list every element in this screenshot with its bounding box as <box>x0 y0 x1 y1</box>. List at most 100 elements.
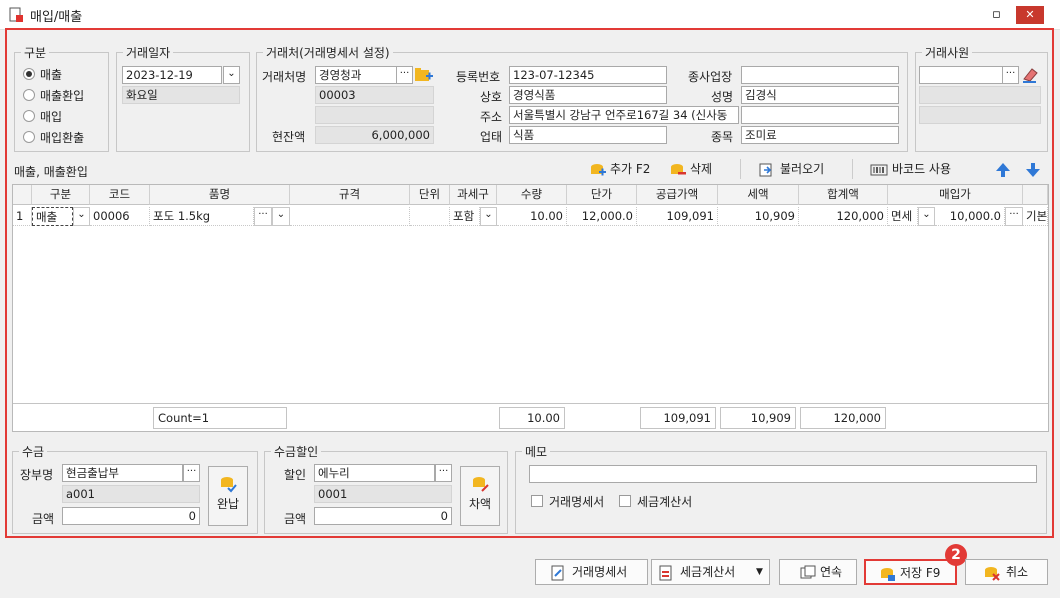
col-spec[interactable]: 규격 <box>290 185 410 205</box>
purchase-search-button[interactable]: ··· <box>1005 207 1023 226</box>
col-qty[interactable]: 수량 <box>497 185 567 205</box>
cell-vat[interactable]: 10,909 <box>718 207 799 226</box>
statement-icon <box>551 565 564 581</box>
col-code[interactable]: 코드 <box>90 185 150 205</box>
minimize-button[interactable]: ▫ <box>992 7 1001 22</box>
full-payment-button[interactable]: 완납 <box>208 466 248 526</box>
statement-checkbox-label: 거래명세서 <box>549 495 605 509</box>
eraser-icon[interactable] <box>1021 66 1041 84</box>
col-name[interactable]: 품명 <box>150 185 290 205</box>
arrow-down-icon[interactable] <box>1024 161 1042 179</box>
cell-supply[interactable]: 109,091 <box>637 207 718 226</box>
folder-add-icon[interactable] <box>414 66 434 84</box>
col-vat[interactable]: 세액 <box>718 185 799 205</box>
trade-date-legend: 거래일자 <box>126 46 171 60</box>
barcode-button[interactable]: 바코드 사용 <box>870 158 962 180</box>
item-label: 종목 <box>711 130 734 144</box>
delete-button-label: 삭제 <box>690 162 713 176</box>
date-dropdown-button[interactable]: ⌄ <box>223 66 240 84</box>
delete-button[interactable]: 삭제 <box>670 158 722 180</box>
radio-purchase-return[interactable] <box>23 131 35 143</box>
ledger-input[interactable]: 현금출납부 <box>62 464 183 482</box>
employee-input[interactable] <box>919 66 1003 84</box>
col-supply[interactable]: 공급가액 <box>637 185 718 205</box>
barcode-button-label: 바코드 사용 <box>892 162 952 176</box>
close-button[interactable]: ✕ <box>1016 6 1044 24</box>
biz-type-input[interactable]: 식품 <box>509 126 667 144</box>
type-dropdown[interactable]: ⌄ <box>73 207 90 226</box>
partner-search-button[interactable]: ··· <box>396 66 413 84</box>
title-bar: 매입/매출 ▫ ✕ <box>0 0 1060 30</box>
cell-extra[interactable]: 기본 <box>1023 207 1048 226</box>
load-button[interactable]: 불러오기 <box>758 158 838 180</box>
continuous-button[interactable]: 연속 <box>779 559 857 585</box>
col-purchase-price[interactable]: 매입가 <box>888 185 1023 205</box>
save-button[interactable]: 저장 F9 <box>864 559 957 585</box>
cell-code[interactable]: 00006 <box>90 207 150 226</box>
more-icon: ··· <box>186 466 197 477</box>
cell-tax[interactable]: 포함 <box>450 207 480 226</box>
invoice-button[interactable]: 세금계산서 ▼ <box>651 559 770 585</box>
cell-purchase-price[interactable]: 10,000.0 <box>935 207 1005 226</box>
cell-price[interactable]: 12,000.0 <box>567 207 637 226</box>
col-type[interactable]: 구분 <box>32 185 90 205</box>
save-icon <box>881 568 895 581</box>
col-unit[interactable]: 단위 <box>410 185 450 205</box>
receipt-amount-input[interactable]: 0 <box>62 507 200 525</box>
item-input[interactable]: 조미료 <box>741 126 899 144</box>
discount-code-field: 0001 <box>314 485 452 503</box>
invoice-checkbox[interactable] <box>619 495 631 507</box>
discount-search-button[interactable]: ··· <box>435 464 452 482</box>
memo-input[interactable] <box>529 465 1037 483</box>
biz-type-label: 업태 <box>480 130 503 144</box>
col-total[interactable]: 합계액 <box>799 185 888 205</box>
name-dropdown[interactable]: ⌄ <box>272 207 290 226</box>
tax-dropdown[interactable]: ⌄ <box>480 207 497 226</box>
cell-unit[interactable] <box>410 207 450 226</box>
statement-button[interactable]: 거래명세서 <box>535 559 648 585</box>
difference-button[interactable]: 차액 <box>460 466 500 526</box>
statement-checkbox[interactable] <box>531 495 543 507</box>
workplace-input[interactable] <box>741 66 899 84</box>
discount-label: 할인 <box>284 468 307 482</box>
employee-legend: 거래사원 <box>925 46 970 60</box>
radio-purchase[interactable] <box>23 110 35 122</box>
name-search-button[interactable]: ··· <box>254 207 272 226</box>
cell-qty[interactable]: 10.00 <box>497 207 567 226</box>
more-icon: ··· <box>1005 68 1016 79</box>
more-icon: ··· <box>1009 209 1019 220</box>
cancel-button[interactable]: 취소 <box>965 559 1048 585</box>
company-input[interactable]: 경영식품 <box>509 86 667 104</box>
reg-input[interactable]: 123-07-12345 <box>509 66 667 84</box>
col-tax[interactable]: 과세구 <box>450 185 497 205</box>
col-extra[interactable] <box>1023 185 1048 205</box>
invoice-button-label: 세금계산서 <box>680 565 736 579</box>
radio-sale[interactable] <box>23 68 35 80</box>
discount-input[interactable]: 에누리 <box>314 464 435 482</box>
cell-type[interactable]: 매출 <box>32 207 73 226</box>
date-input[interactable]: 2023-12-19 <box>122 66 222 84</box>
discount-amount-label: 금액 <box>284 512 307 526</box>
cell-name[interactable]: 포도 1.5kg <box>150 207 254 226</box>
document-icon <box>9 7 23 22</box>
employee-search-button[interactable]: ··· <box>1002 66 1019 84</box>
discount-amount-input[interactable]: 0 <box>314 507 452 525</box>
purchase-tax-dropdown[interactable]: ⌄ <box>918 207 935 226</box>
add-button-label: 추가 F2 <box>610 162 651 176</box>
add-button[interactable]: 추가 F2 <box>590 158 660 180</box>
chevron-down-icon: ⌄ <box>922 209 931 220</box>
extra-input[interactable] <box>741 106 899 124</box>
chevron-down-icon: ⌄ <box>276 209 286 220</box>
cell-spec[interactable] <box>290 207 410 226</box>
rep-input[interactable]: 김경식 <box>741 86 899 104</box>
partner-name-input[interactable]: 경영청과 <box>315 66 397 84</box>
footer-qty: 10.00 <box>499 407 565 429</box>
cancel-icon <box>985 567 1000 581</box>
radio-sale-return[interactable] <box>23 89 35 101</box>
ledger-search-button[interactable]: ··· <box>183 464 200 482</box>
arrow-up-icon[interactable] <box>994 161 1012 179</box>
cell-total[interactable]: 120,000 <box>799 207 888 226</box>
col-price[interactable]: 단가 <box>567 185 637 205</box>
address-input[interactable]: 서울특별시 강남구 언주로167길 34 (신사동 <box>509 106 739 124</box>
cell-purchase-tax[interactable]: 면세 <box>888 207 918 226</box>
